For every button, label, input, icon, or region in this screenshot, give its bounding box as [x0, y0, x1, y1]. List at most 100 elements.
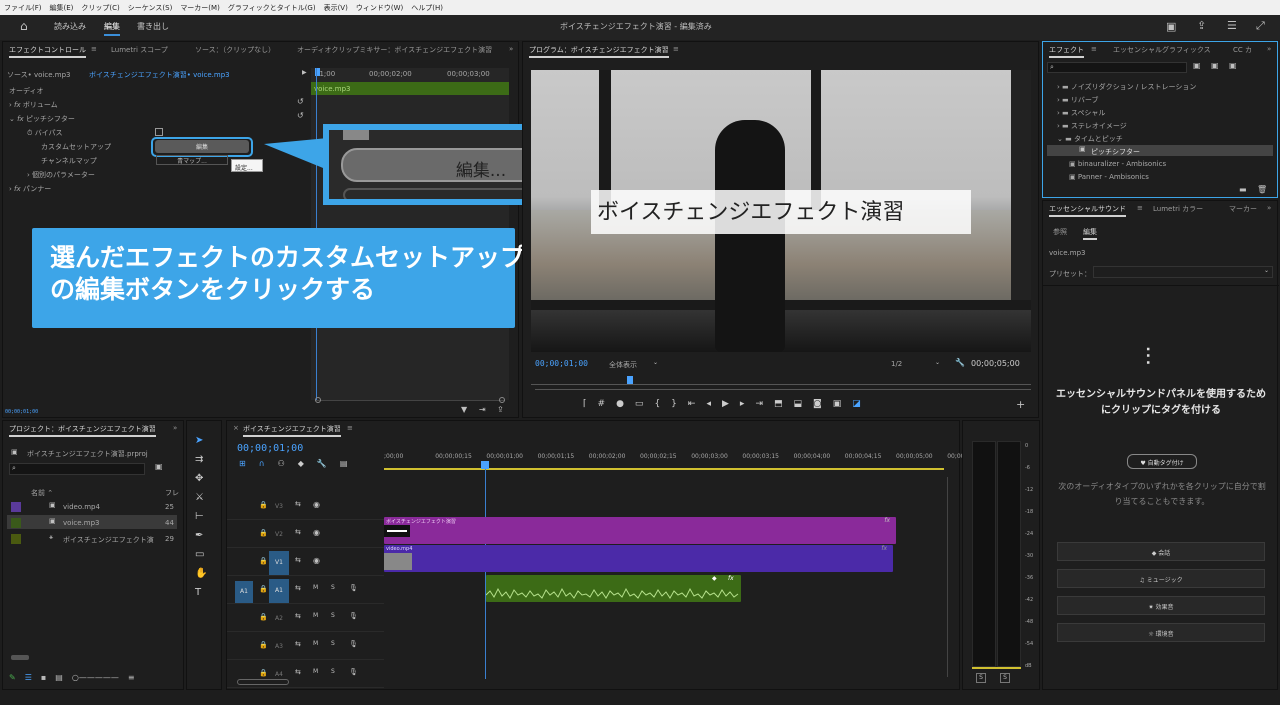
- clip-bar[interactable]: voice.mp3: [311, 82, 509, 95]
- effects-folder[interactable]: › ▬ リバーブ: [1057, 95, 1098, 105]
- auto-tag-button[interactable]: ♥ 自動タグ付け: [1127, 454, 1197, 469]
- track-label[interactable]: V2: [269, 523, 289, 547]
- menu-item[interactable]: シーケンス(S): [128, 3, 173, 13]
- project-item[interactable]: ⚹ ボイスチェンジエフェクト演 29: [7, 531, 177, 545]
- add-button-icon[interactable]: +: [1016, 399, 1025, 410]
- snap-icon[interactable]: ∩: [259, 459, 265, 471]
- track-select-icon[interactable]: ⇉: [195, 454, 215, 465]
- mute-button[interactable]: M: [313, 669, 318, 675]
- lock-icon[interactable]: 🔒: [259, 586, 268, 593]
- share-icon[interactable]: ⇪: [1197, 20, 1206, 31]
- new-bin-icon[interactable]: ▬: [1239, 186, 1247, 194]
- mute-button[interactable]: M: [313, 613, 318, 619]
- lift-icon[interactable]: ⬒: [774, 399, 783, 411]
- tab-effect-controls[interactable]: エフェクトコントロール: [9, 45, 86, 58]
- settings-wrench-icon[interactable]: 🔧: [317, 459, 327, 471]
- wrench-icon[interactable]: 🔧: [955, 359, 965, 367]
- reset-icon[interactable]: ↺: [297, 98, 304, 106]
- microphone-icon[interactable]: 🎙: [349, 613, 358, 620]
- track-label[interactable]: V3: [269, 495, 289, 519]
- timeline-hscroll[interactable]: [237, 679, 289, 685]
- channel-map-button[interactable]: 青マップ...: [156, 155, 228, 165]
- panel-menu-icon[interactable]: ≡: [673, 45, 679, 53]
- lock-icon[interactable]: 🔒: [259, 502, 268, 509]
- 32bit-icon[interactable]: ▣: [1211, 62, 1219, 70]
- solo-button-right[interactable]: S: [1000, 673, 1010, 683]
- track-header[interactable]: 🔒 V2 ⇆ ◉: [227, 521, 384, 548]
- mark-in-icon[interactable]: ⌈: [583, 399, 587, 411]
- lock-icon[interactable]: 🔒: [259, 642, 268, 649]
- rectangle-tool-icon[interactable]: ▭: [195, 549, 215, 560]
- subtab-edit[interactable]: 編集: [1083, 227, 1097, 240]
- mark-out-icon[interactable]: #: [598, 399, 606, 411]
- sequence-label[interactable]: ボイスチェンジエフェクト演習• voice.mp3: [89, 70, 230, 80]
- timeline-playhead[interactable]: [481, 461, 489, 469]
- quick-export-icon[interactable]: ▣: [1166, 21, 1176, 32]
- program-timecode[interactable]: 00;00;01;00: [535, 359, 588, 368]
- program-scrubber[interactable]: [531, 379, 1031, 385]
- panel-menu-icon[interactable]: ≡: [1091, 45, 1097, 53]
- hand-tool-icon[interactable]: ✋: [195, 568, 215, 579]
- tab-source[interactable]: ソース：（クリップなし）: [195, 45, 275, 55]
- tab-export[interactable]: 書き出し: [137, 21, 169, 32]
- menu-item[interactable]: ウィンドウ(W): [356, 3, 403, 13]
- eye-icon[interactable]: ◉: [313, 557, 320, 565]
- add-marker-icon[interactable]: ●: [616, 399, 624, 411]
- solo-button[interactable]: S: [331, 641, 335, 647]
- microphone-icon[interactable]: 🎙: [349, 669, 358, 676]
- project-item[interactable]: ▣ voice.mp3 44: [7, 515, 177, 529]
- fullscreen-icon[interactable]: ⤢: [1256, 20, 1265, 31]
- sync-lock-icon[interactable]: ⇆: [295, 585, 301, 592]
- type-sfx-button[interactable]: ✷ 効果音: [1057, 596, 1265, 615]
- sync-lock-icon[interactable]: ⇆: [295, 529, 301, 536]
- eye-icon[interactable]: ◉: [313, 529, 320, 537]
- chevron-down-icon[interactable]: ⌄: [935, 360, 940, 366]
- more-tabs-icon[interactable]: »: [173, 424, 177, 432]
- tab-effects[interactable]: エフェクト: [1049, 45, 1084, 58]
- effect-volume[interactable]: › fx ボリューム: [9, 100, 58, 110]
- reset-icon[interactable]: ↺: [297, 112, 304, 120]
- type-ambience-button[interactable]: ☼ 環境音: [1057, 623, 1265, 642]
- step-forward-icon[interactable]: ▸: [740, 399, 745, 411]
- tab-audio-clip-mixer[interactable]: オーディオクリップミキサー：ボイスチェンジエフェクト演習: [297, 45, 492, 55]
- microphone-icon[interactable]: 🎙: [349, 585, 358, 592]
- tab-project[interactable]: プロジェクト：ボイスチェンジエフェクト演習: [9, 424, 156, 437]
- menu-item[interactable]: 編集(E): [50, 3, 74, 13]
- effect-item[interactable]: ▣ binauralizer - Ambisonics: [1069, 160, 1166, 168]
- track-label[interactable]: A3: [269, 635, 289, 659]
- notifications-icon[interactable]: ☰: [1227, 20, 1237, 31]
- tab-lumetri-scopes[interactable]: Lumetri スコープ: [111, 45, 168, 55]
- pencil-icon[interactable]: ✎: [9, 673, 16, 685]
- effects-search-input[interactable]: ⌕: [1047, 62, 1187, 73]
- lock-icon[interactable]: 🔒: [259, 530, 268, 537]
- fit-dropdown[interactable]: 全体表示: [609, 360, 637, 370]
- panel-menu-icon[interactable]: ≡: [1137, 204, 1143, 212]
- solo-button-left[interactable]: S: [976, 673, 986, 683]
- go-to-end-icon[interactable]: ⇥: [755, 399, 763, 411]
- type-dialogue-button[interactable]: ◆ 会話: [1057, 542, 1265, 561]
- menu-item[interactable]: ヘルプ(H): [411, 3, 443, 13]
- yuv-icon[interactable]: ▣: [1229, 62, 1237, 70]
- track-label[interactable]: A1: [269, 579, 289, 603]
- effects-folder[interactable]: › ▬ ステレオイメージ: [1057, 121, 1127, 131]
- delete-icon[interactable]: 🗑: [1257, 186, 1267, 194]
- timeline-vscroll[interactable]: [947, 477, 953, 677]
- zoom-slider[interactable]: ○—————: [72, 673, 119, 685]
- freeform-view-icon[interactable]: ▤: [55, 673, 63, 685]
- timeline-timecode[interactable]: 00;00;01;00: [237, 443, 303, 454]
- extract-icon[interactable]: ⬓: [794, 399, 803, 411]
- icon-view-icon[interactable]: ▪: [41, 673, 46, 685]
- solo-button[interactable]: S: [331, 585, 335, 591]
- individual-params[interactable]: › 個別のパラメーター: [27, 170, 95, 180]
- step-back-icon[interactable]: ◂: [706, 399, 711, 411]
- captions-icon[interactable]: ▤: [340, 459, 348, 471]
- solo-button[interactable]: S: [331, 669, 335, 675]
- list-view-icon[interactable]: ☰: [25, 673, 32, 685]
- mute-button[interactable]: M: [313, 641, 318, 647]
- video-clip[interactable]: video.mp4 fx: [384, 545, 893, 572]
- timeline-ruler[interactable]: ;00;00 00;00;00;15 00;00;01;00 00;00;01;15 0…: [384, 451, 984, 471]
- scroll-handle-left[interactable]: [315, 397, 321, 403]
- tab-essential-graphics[interactable]: エッセンシャルグラフィックス: [1113, 45, 1211, 55]
- safe-margins-icon[interactable]: ▭: [635, 399, 644, 411]
- sync-lock-icon[interactable]: ⇆: [295, 669, 301, 676]
